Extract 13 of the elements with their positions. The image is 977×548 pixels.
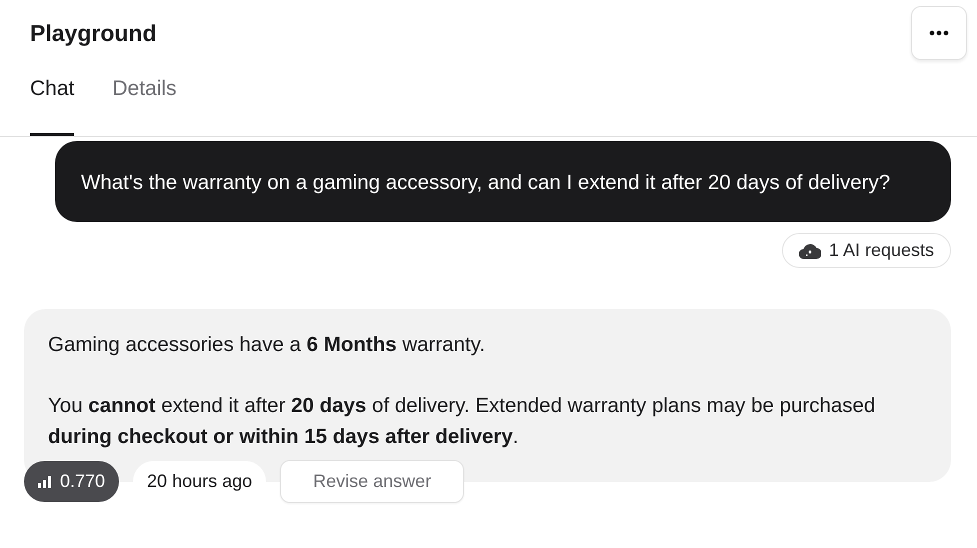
score-value: 0.770 — [60, 471, 106, 492]
answer-paragraph: Gaming accessories have a 6 Months warranty. — [48, 332, 486, 358]
user-message: What's the warranty on a gaming accessory, and can I extend it after 20 days of delivery? — [55, 141, 951, 222]
answer-paragraph: You cannot extend it after 20 days of delivery. Extended warranty plans may be purchased during checkout or within 15 days after delivery. — [48, 393, 876, 450]
tab[interactable]: Details — [112, 63, 177, 136]
ai-requests-count: 1 AI requests — [828, 240, 934, 261]
page-title: Playground — [30, 20, 157, 46]
bar-chart-icon — [38, 476, 52, 488]
more-icon — [929, 30, 949, 36]
tab[interactable]: Chat — [30, 63, 74, 136]
more-options-button[interactable] — [911, 6, 967, 60]
revise-answer-button[interactable]: Revise answer — [280, 460, 464, 503]
cloud-icon — [798, 242, 821, 260]
